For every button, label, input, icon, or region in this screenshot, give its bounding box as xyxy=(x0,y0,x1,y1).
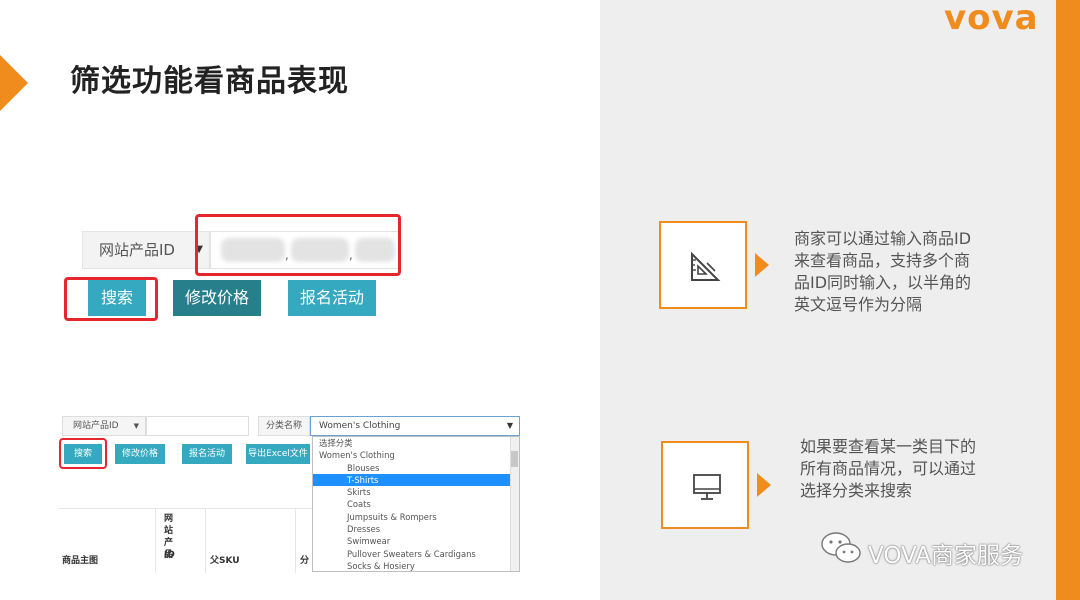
card-description-1: 商家可以通过输入商品ID 来查看商品，支持多个商 品ID同时输入，以半角的 英文… xyxy=(794,228,971,316)
watermark-text: VOVA商家服务 xyxy=(868,543,1024,569)
edit-price-button[interactable]: 修改价格 xyxy=(173,280,261,316)
edit-price-button-small[interactable]: 修改价格 xyxy=(115,444,165,464)
dropdown-scrollbar[interactable] xyxy=(510,437,519,571)
accent-bar xyxy=(1056,0,1080,600)
desc-line: 英文逗号作为分隔 xyxy=(794,295,923,314)
dropdown-option[interactable]: Dresses xyxy=(313,523,519,535)
dropdown-option[interactable]: Pullover Sweaters & Cardigans xyxy=(313,548,519,560)
site-product-id-select-label: 网站产品ID xyxy=(99,241,175,259)
page-title: 筛选功能看商品表现 xyxy=(70,64,349,99)
desc-line: 来查看商品，支持多个商 xyxy=(794,251,971,270)
site-product-id-select[interactable]: 网站产品ID ▼ xyxy=(82,231,210,269)
title-arrow-icon xyxy=(0,55,28,111)
dropdown-option[interactable]: T-Shirts xyxy=(313,473,519,487)
dropdown-option[interactable]: Women's Clothing xyxy=(313,449,519,461)
column-site-id: 网站产品 ID xyxy=(156,509,206,573)
slide: 筛选功能看商品表现 vova 网站产品ID ▼ , , 搜索 修改价格 报名活动… xyxy=(0,0,1080,600)
ruler-triangle-icon xyxy=(691,251,721,281)
wechat-icon xyxy=(821,532,861,563)
dropdown-option[interactable]: Coats xyxy=(313,498,519,510)
column-main-image: 商品主图 xyxy=(58,509,156,573)
dropdown-option[interactable]: Swimwear xyxy=(313,535,519,547)
dropdown-option[interactable]: 选择分类 xyxy=(313,437,519,449)
desc-line: 如果要查看某一类目下的 xyxy=(800,437,977,456)
scrollbar-thumb[interactable] xyxy=(511,451,518,467)
desc-line: 选择分类来搜索 xyxy=(800,481,913,500)
column-parent-sku: 父SKU xyxy=(206,509,296,573)
pointer-arrow-icon xyxy=(755,253,769,277)
desc-line: 所有商品情况，可以通过 xyxy=(800,459,977,478)
register-activity-button[interactable]: 报名活动 xyxy=(288,280,376,316)
export-excel-button[interactable]: 导出Excel文件 xyxy=(246,444,310,464)
card-description-2: 如果要查看某一类目下的 所有商品情况，可以通过 选择分类来搜索 xyxy=(800,436,976,502)
highlight-box-search-small xyxy=(59,438,107,469)
dropdown-option[interactable]: Blouses xyxy=(313,462,519,474)
card-icon-box-1 xyxy=(659,221,747,309)
category-dropdown-list[interactable]: 选择分类 Women's Clothing Blouses T-Shirts Skirt… xyxy=(312,436,520,572)
monitor-icon xyxy=(693,474,721,500)
category-select-value: Women's Clothing xyxy=(319,421,401,431)
register-activity-button-small[interactable]: 报名活动 xyxy=(182,444,232,464)
caret-down-icon: ▼ xyxy=(133,422,139,430)
dropdown-option[interactable]: Socks & Hosiery xyxy=(313,560,519,571)
dropdown-option[interactable]: Skirts xyxy=(313,486,519,498)
caret-down-icon: ▼ xyxy=(506,421,513,430)
column-category: 分 xyxy=(300,556,310,566)
category-select[interactable]: Women's Clothing ▼ xyxy=(310,416,520,436)
dropdown-option[interactable]: Jumpsuits & Rompers xyxy=(313,511,519,523)
desc-line: 品ID同时输入，以半角的 xyxy=(794,273,972,292)
product-id-input-small[interactable] xyxy=(146,416,249,436)
desc-line: 商家可以通过输入商品ID xyxy=(794,229,972,248)
category-filter-screenshot: 网站产品ID ▼ 分类名称 Women's Clothing ▼ 搜索 修改价格… xyxy=(58,412,520,573)
pointer-arrow-icon xyxy=(757,473,771,497)
select-label: 网站产品ID xyxy=(73,421,119,431)
highlight-box-search xyxy=(64,277,158,321)
site-product-id-select-small[interactable]: 网站产品ID ▼ xyxy=(62,416,146,436)
card-icon-box-2 xyxy=(661,441,749,529)
category-label: 分类名称 xyxy=(258,416,310,436)
highlight-box-input xyxy=(195,214,401,276)
vova-logo: vova xyxy=(944,0,1039,38)
table-header: 商品主图 网站产品 ID 父SKU 分 xyxy=(58,508,312,573)
